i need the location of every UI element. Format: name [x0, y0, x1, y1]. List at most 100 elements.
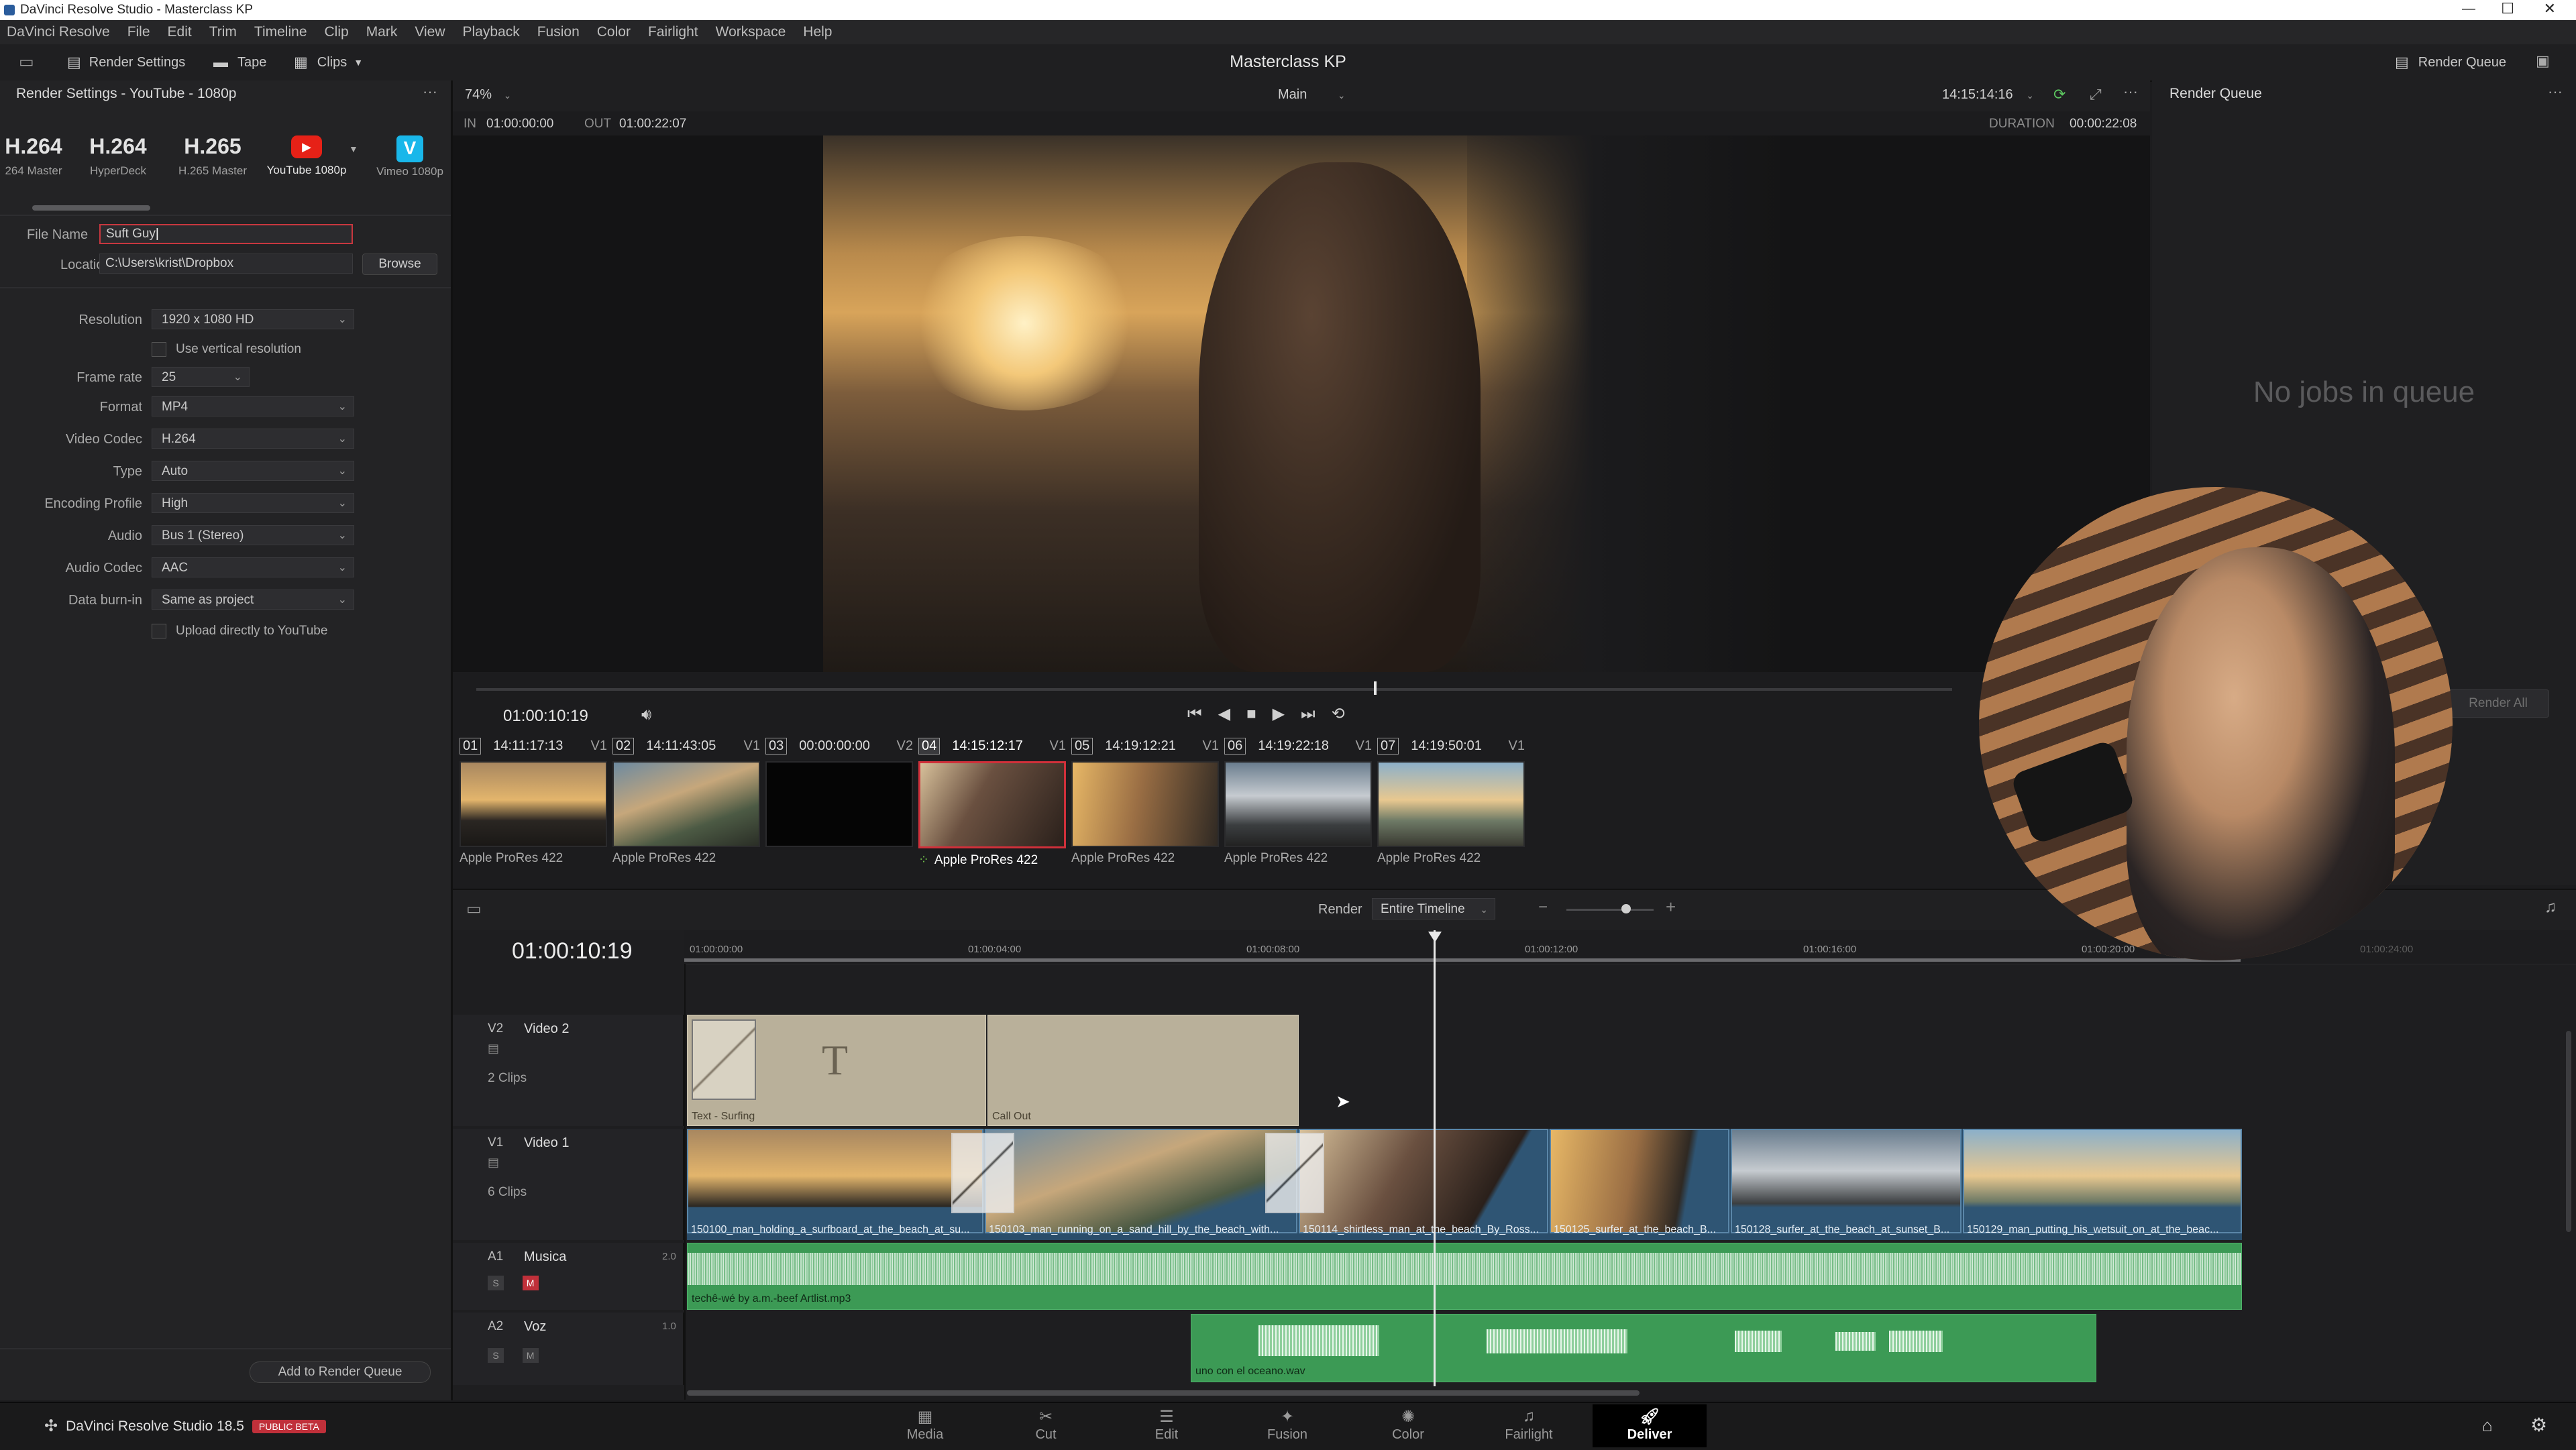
home-icon[interactable]: ⌂ — [2482, 1415, 2493, 1436]
solo-button[interactable]: S — [488, 1348, 504, 1363]
v1-clip[interactable] — [1550, 1129, 1729, 1233]
audio-clip-voz[interactable]: uno con el oceano.wav — [1191, 1314, 2096, 1382]
stop-icon[interactable]: ■ — [1246, 705, 1256, 724]
volume-icon[interactable]: 🔊︎ — [641, 706, 651, 724]
play-icon[interactable]: ▶ — [1273, 704, 1285, 724]
page-tab-fairlight[interactable]: ♫ Fairlight — [1472, 1404, 1586, 1447]
track-header-v1[interactable]: V1 Video 1 ▤ 6 Clips — [453, 1129, 684, 1240]
more-options-icon[interactable]: ··· — [2123, 83, 2138, 101]
preset-vimeo-1080p[interactable]: V Vimeo 1080p — [373, 134, 447, 178]
add-to-render-queue-button[interactable]: Add to Render Queue — [250, 1361, 431, 1383]
tape-button[interactable]: ▬ Tape — [213, 44, 266, 80]
source-timecode[interactable]: 14:15:14:16 ⌄ — [1942, 87, 2034, 103]
render-queue-button[interactable]: ▤ Render Queue — [2395, 44, 2506, 80]
transition-icon[interactable] — [951, 1133, 1014, 1213]
menu-help[interactable]: Help — [803, 24, 832, 40]
zoom-select[interactable]: 74% ⌄ — [465, 87, 511, 103]
menu-color[interactable]: Color — [597, 24, 631, 40]
menu-playback[interactable]: Playback — [463, 24, 520, 40]
v1-clip[interactable] — [1963, 1129, 2242, 1233]
chevron-down-icon[interactable]: ▼ — [349, 144, 358, 154]
timeline-select[interactable]: Main ⌄ — [1278, 87, 1346, 103]
clip-call-out[interactable]: Call Out — [987, 1015, 1299, 1126]
menu-trim[interactable]: Trim — [209, 24, 237, 40]
track-header-v2[interactable]: V2 Video 2 ▤ 2 Clips — [453, 1015, 684, 1126]
menu-mark[interactable]: Mark — [366, 24, 398, 40]
video-codec-select[interactable]: H.264 ⌄ — [152, 429, 354, 449]
menu-view[interactable]: View — [415, 24, 445, 40]
menu-timeline[interactable]: Timeline — [254, 24, 307, 40]
mute-button[interactable]: M — [522, 1276, 539, 1290]
page-tab-deliver[interactable]: 🚀︎ Deliver — [1593, 1404, 1707, 1447]
zoom-in-icon[interactable]: + — [1666, 897, 1676, 917]
v1-clip[interactable] — [687, 1129, 983, 1233]
playhead-handle[interactable] — [1428, 932, 1442, 942]
more-options-icon[interactable]: ··· — [2548, 83, 2563, 101]
close-button[interactable]: ✕ — [2544, 0, 2556, 17]
scrub-playhead[interactable] — [1374, 681, 1377, 695]
zoom-slider-handle[interactable] — [1621, 904, 1631, 913]
preset-h265-master[interactable]: H.265 H.265 Master — [176, 134, 250, 178]
render-all-button[interactable]: Render All — [2447, 689, 2549, 718]
settings-gear-icon[interactable]: ⚙ — [2530, 1414, 2547, 1436]
menu-clip[interactable]: Clip — [325, 24, 349, 40]
transition-icon[interactable] — [1265, 1133, 1324, 1213]
timeline-playhead[interactable] — [1434, 930, 1436, 1386]
type-select[interactable]: Auto ⌄ — [152, 461, 354, 481]
v1-clip[interactable] — [1299, 1129, 1548, 1233]
encoding-profile-select[interactable]: High ⌄ — [152, 493, 354, 513]
clip-02[interactable]: 02 14:11:43:05 V1 Apple ProRes 422 — [612, 738, 760, 866]
page-tab-media[interactable]: ▦ Media — [868, 1404, 982, 1447]
maximize-button[interactable]: ☐ — [2501, 0, 2514, 17]
resolution-select[interactable]: 1920 x 1080 HD ⌄ — [152, 309, 354, 329]
frame-rate-select[interactable]: 25 ⌄ — [152, 367, 250, 387]
data-burnin-select[interactable]: Same as project ⌄ — [152, 590, 354, 610]
zoom-slider[interactable] — [1566, 909, 1654, 911]
clip-07[interactable]: 07 14:19:50:01 V1 Apple ProRes 422 — [1377, 738, 1525, 866]
track-lock-icon[interactable]: ▤ — [488, 1156, 499, 1170]
render-scope-select[interactable]: Entire Timeline ⌄ — [1372, 898, 1495, 919]
sync-icon[interactable]: ⟳ — [2053, 86, 2065, 103]
v1-clip[interactable] — [1731, 1129, 1962, 1233]
minimize-button[interactable]: — — [2462, 1, 2475, 17]
solo-button[interactable]: S — [488, 1276, 504, 1290]
page-tab-color[interactable]: ✺ Color — [1351, 1404, 1465, 1447]
page-tab-edit[interactable]: ☰ Edit — [1110, 1404, 1224, 1447]
preset-youtube-1080p[interactable]: ▶ YouTube 1080p — [263, 134, 350, 177]
reverse-play-icon[interactable]: ◀ — [1218, 704, 1230, 724]
more-options-icon[interactable]: ··· — [423, 83, 437, 101]
clip-05[interactable]: 05 14:19:12:21 V1 Apple ProRes 422 — [1071, 738, 1219, 866]
page-tab-cut[interactable]: ✂ Cut — [989, 1404, 1103, 1447]
audio-clip-musica[interactable]: techê-wé by a.m.-beef Artlist.mp3 — [687, 1243, 2242, 1310]
skip-to-start-icon[interactable]: ⏮ — [1187, 705, 1202, 724]
clip-text-surfing[interactable]: T Text - Surfing — [687, 1015, 986, 1126]
vertical-scrollbar[interactable] — [2566, 1031, 2571, 1232]
track-lock-icon[interactable]: ▤ — [488, 1042, 499, 1056]
file-name-input[interactable]: Suft Guy| — [99, 224, 353, 244]
menu-file[interactable]: File — [127, 24, 150, 40]
loop-icon[interactable]: ⟲ — [1332, 704, 1345, 724]
render-settings-button[interactable]: ▤ Render Settings — [67, 44, 185, 80]
menu-edit[interactable]: Edit — [168, 24, 192, 40]
browse-button[interactable]: Browse — [362, 254, 437, 275]
menu-davinci-resolve[interactable]: DaVinci Resolve — [7, 24, 110, 40]
audio-select[interactable]: Bus 1 (Stereo) ⌄ — [152, 525, 354, 545]
fullscreen-icon[interactable]: ⤢ — [2090, 86, 2102, 103]
timeline-view-icon[interactable]: ▭ — [466, 899, 482, 919]
mute-button[interactable]: M — [522, 1348, 539, 1363]
zoom-out-icon[interactable]: − — [1538, 898, 1548, 917]
preset-scrollbar[interactable] — [32, 205, 150, 211]
clip-04[interactable]: 04 14:15:12:17 V1 ⁘ Apple ProRes 422 — [918, 738, 1066, 868]
timeline-scrollbar[interactable] — [687, 1390, 1640, 1396]
format-select[interactable]: MP4 ⌄ — [152, 396, 354, 416]
menu-workspace[interactable]: Workspace — [716, 24, 786, 40]
music-icon[interactable]: ♫ — [2544, 898, 2557, 917]
preset-h264-master[interactable]: H.264 264 Master — [0, 134, 67, 178]
upload-youtube-checkbox[interactable] — [152, 624, 166, 638]
clip-03[interactable]: 03 00:00:00:00 V2 — [765, 738, 913, 851]
track-header-a1[interactable]: A1 Musica 2.0 S M — [453, 1243, 684, 1310]
menu-fusion[interactable]: Fusion — [537, 24, 580, 40]
clip-01[interactable]: 01 14:11:17:13 V1 Apple ProRes 422 — [460, 738, 607, 866]
monitor-icon[interactable]: ▭ — [19, 52, 34, 72]
vertical-resolution-checkbox[interactable] — [152, 342, 166, 357]
